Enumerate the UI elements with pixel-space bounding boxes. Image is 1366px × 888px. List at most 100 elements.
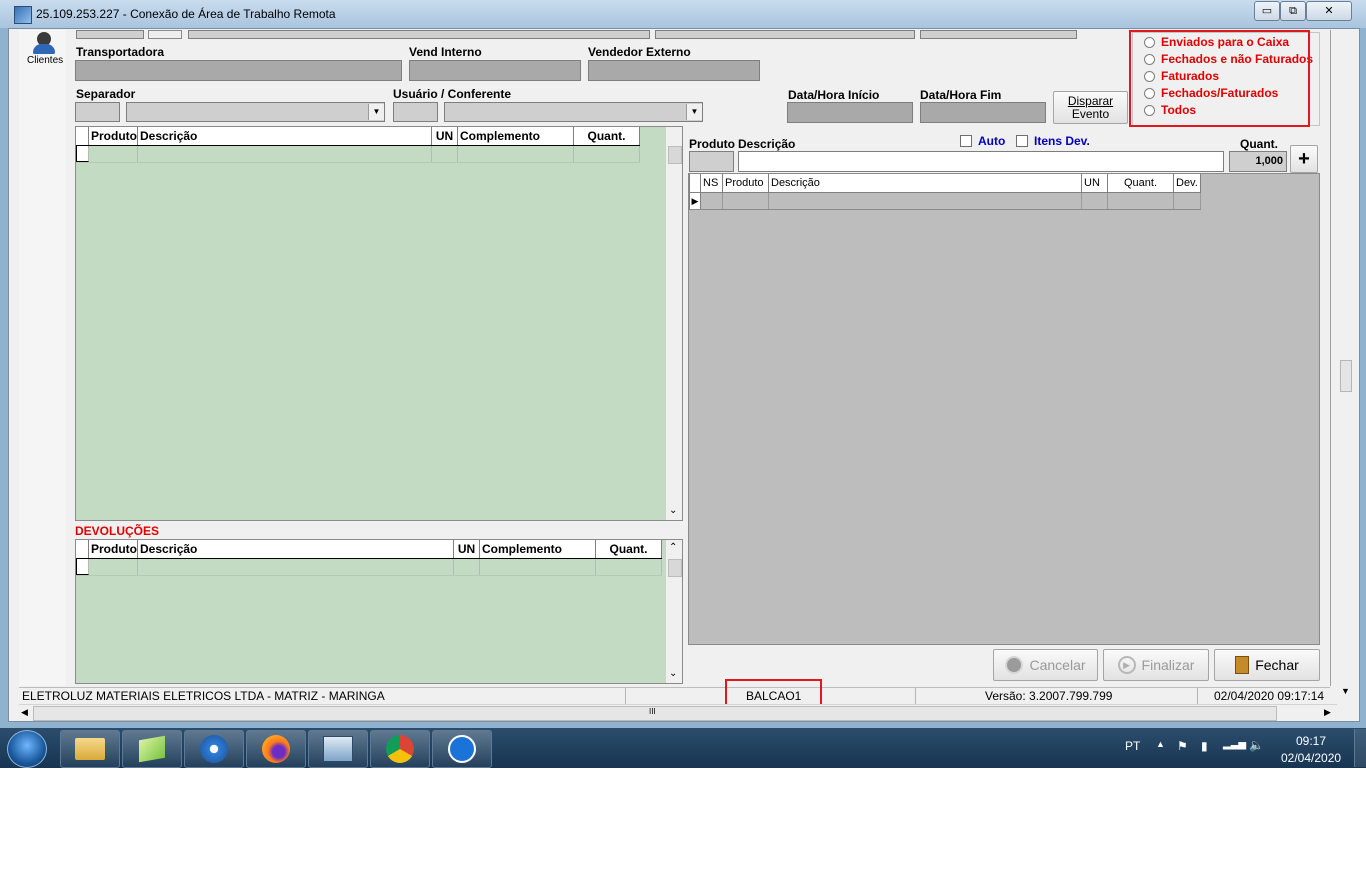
col-un[interactable]: UN (432, 127, 458, 145)
taskbar-app3[interactable] (184, 730, 244, 768)
taskbar-teamviewer[interactable] (432, 730, 492, 768)
tray-expand-icon[interactable]: ▲ (1156, 739, 1165, 749)
itens-dev-checkbox[interactable] (1016, 135, 1028, 147)
chevron-down-icon[interactable]: ▼ (686, 104, 702, 120)
cell-un[interactable] (454, 559, 480, 575)
col-descricao[interactable]: Descrição (138, 127, 432, 145)
cell-un[interactable] (432, 146, 458, 162)
col-quant[interactable]: Quant. (574, 127, 640, 145)
table-row[interactable]: ▶ (689, 193, 1201, 210)
col-complemento[interactable]: Complemento (458, 127, 574, 145)
col-complemento[interactable]: Complemento (480, 540, 596, 558)
table-row[interactable] (76, 146, 640, 163)
show-desktop-button[interactable] (1354, 729, 1366, 767)
cell-descricao[interactable] (769, 193, 1082, 209)
page-hscroll[interactable]: ◀ III ▶ (19, 704, 1337, 721)
cell-complemento[interactable] (480, 559, 596, 575)
row-selector[interactable] (76, 559, 89, 575)
vendedor-externo-field[interactable] (588, 60, 760, 81)
cell-quant[interactable] (1108, 193, 1174, 209)
separador-code-field[interactable] (75, 102, 120, 122)
col-produto[interactable]: Produto (89, 127, 138, 145)
conferencia-grid[interactable]: NS Produto Descrição UN Quant. Dev. ▶ (688, 173, 1320, 645)
cell-quant[interactable] (574, 146, 640, 162)
table-row[interactable] (76, 559, 662, 576)
row-selector[interactable] (76, 146, 89, 162)
separador-select[interactable]: ▼ (126, 102, 385, 122)
scroll-thumb[interactable] (668, 559, 682, 577)
network-icon[interactable]: ▂▃▅ (1223, 739, 1246, 750)
language-indicator[interactable]: PT (1125, 739, 1140, 753)
scroll-down-icon[interactable]: ▼ (1341, 686, 1350, 696)
chevron-down-icon[interactable]: ▼ (368, 104, 384, 120)
page-vscroll[interactable]: ▼ (1338, 30, 1353, 704)
cell-produto[interactable] (723, 193, 769, 209)
devolucoes-grid[interactable]: Produto Descrição UN Complemento Quant. … (75, 539, 683, 684)
disparar-evento-button[interactable]: Disparar Evento (1053, 91, 1128, 124)
scroll-down-icon[interactable]: ⌄ (669, 668, 677, 679)
col-dev[interactable]: Dev. (1174, 174, 1201, 192)
volume-icon[interactable]: 🔈 (1249, 738, 1264, 752)
power-icon[interactable]: ▮ (1201, 739, 1208, 753)
minimize-button[interactable]: ▭ (1254, 1, 1280, 21)
taskbar-rdp[interactable] (308, 730, 368, 768)
clock-time[interactable]: 09:17 (1296, 734, 1326, 748)
descricao-input[interactable] (738, 151, 1224, 172)
scroll-thumb[interactable] (668, 146, 682, 164)
scroll-right-icon[interactable]: ▶ (1324, 707, 1331, 718)
cell-produto[interactable] (89, 146, 138, 162)
taskbar-firefox[interactable] (246, 730, 306, 768)
conferente-select[interactable]: ▼ (444, 102, 703, 122)
clients-button[interactable]: Clientes (23, 30, 65, 68)
finalizar-button[interactable]: ▶ Finalizar (1103, 649, 1209, 681)
data-hora-fim-field[interactable] (920, 102, 1046, 123)
top-field-3[interactable] (655, 30, 915, 39)
scroll-thumb[interactable] (1340, 360, 1352, 392)
usuario-code-field[interactable] (393, 102, 438, 122)
row-pointer-icon[interactable]: ▶ (689, 193, 701, 209)
col-un[interactable]: UN (1082, 174, 1108, 192)
col-descricao[interactable]: Descrição (138, 540, 454, 558)
items-grid[interactable]: Produto Descrição UN Complemento Quant. … (75, 126, 683, 521)
taskbar-explorer[interactable] (60, 730, 120, 768)
col-ns[interactable]: NS (701, 174, 723, 192)
devolucoes-grid-scrollbar[interactable]: ⌃ ⌄ (665, 540, 682, 683)
top-field-4[interactable] (920, 30, 1077, 39)
produto-input[interactable] (689, 151, 734, 172)
vend-interno-field[interactable] (409, 60, 581, 81)
data-hora-inicio-field[interactable] (787, 102, 913, 123)
col-produto[interactable]: Produto (723, 174, 769, 192)
taskbar-chrome[interactable] (370, 730, 430, 768)
top-field-2[interactable] (188, 30, 650, 39)
taskbar-app2[interactable] (122, 730, 182, 768)
auto-checkbox[interactable] (960, 135, 972, 147)
col-quant[interactable]: Quant. (596, 540, 662, 558)
cell-quant[interactable] (596, 559, 662, 575)
col-produto[interactable]: Produto (89, 540, 138, 558)
start-button[interactable] (7, 730, 47, 768)
scroll-thumb[interactable]: III (33, 706, 1277, 721)
top-field-1[interactable] (76, 30, 144, 39)
cell-complemento[interactable] (458, 146, 574, 162)
cell-descricao[interactable] (138, 146, 432, 162)
cell-descricao[interactable] (138, 559, 454, 575)
items-grid-scrollbar[interactable]: ⌄ (665, 127, 682, 520)
col-un[interactable]: UN (454, 540, 480, 558)
add-item-button[interactable]: + (1290, 145, 1318, 173)
fechar-button[interactable]: Fechar (1214, 649, 1320, 681)
scroll-down-icon[interactable]: ⌄ (669, 505, 677, 516)
clock-date[interactable]: 02/04/2020 (1281, 751, 1341, 765)
scroll-left-icon[interactable]: ◀ (21, 707, 28, 718)
search-button[interactable] (148, 30, 182, 39)
title-bar[interactable]: 25.109.253.227 - Conexão de Área de Trab… (0, 0, 1366, 28)
close-button[interactable]: ✕ (1306, 1, 1352, 21)
flag-icon[interactable]: ⚑ (1177, 739, 1188, 753)
cell-produto[interactable] (89, 559, 138, 575)
scroll-up-icon[interactable]: ⌃ (669, 542, 677, 553)
cell-un[interactable] (1082, 193, 1108, 209)
quant-input[interactable]: 1,000 (1229, 151, 1287, 172)
col-quant[interactable]: Quant. (1108, 174, 1174, 192)
col-descricao[interactable]: Descrição (769, 174, 1082, 192)
restore-button[interactable]: ⧉ (1280, 1, 1306, 21)
cell-dev[interactable] (1174, 193, 1201, 209)
